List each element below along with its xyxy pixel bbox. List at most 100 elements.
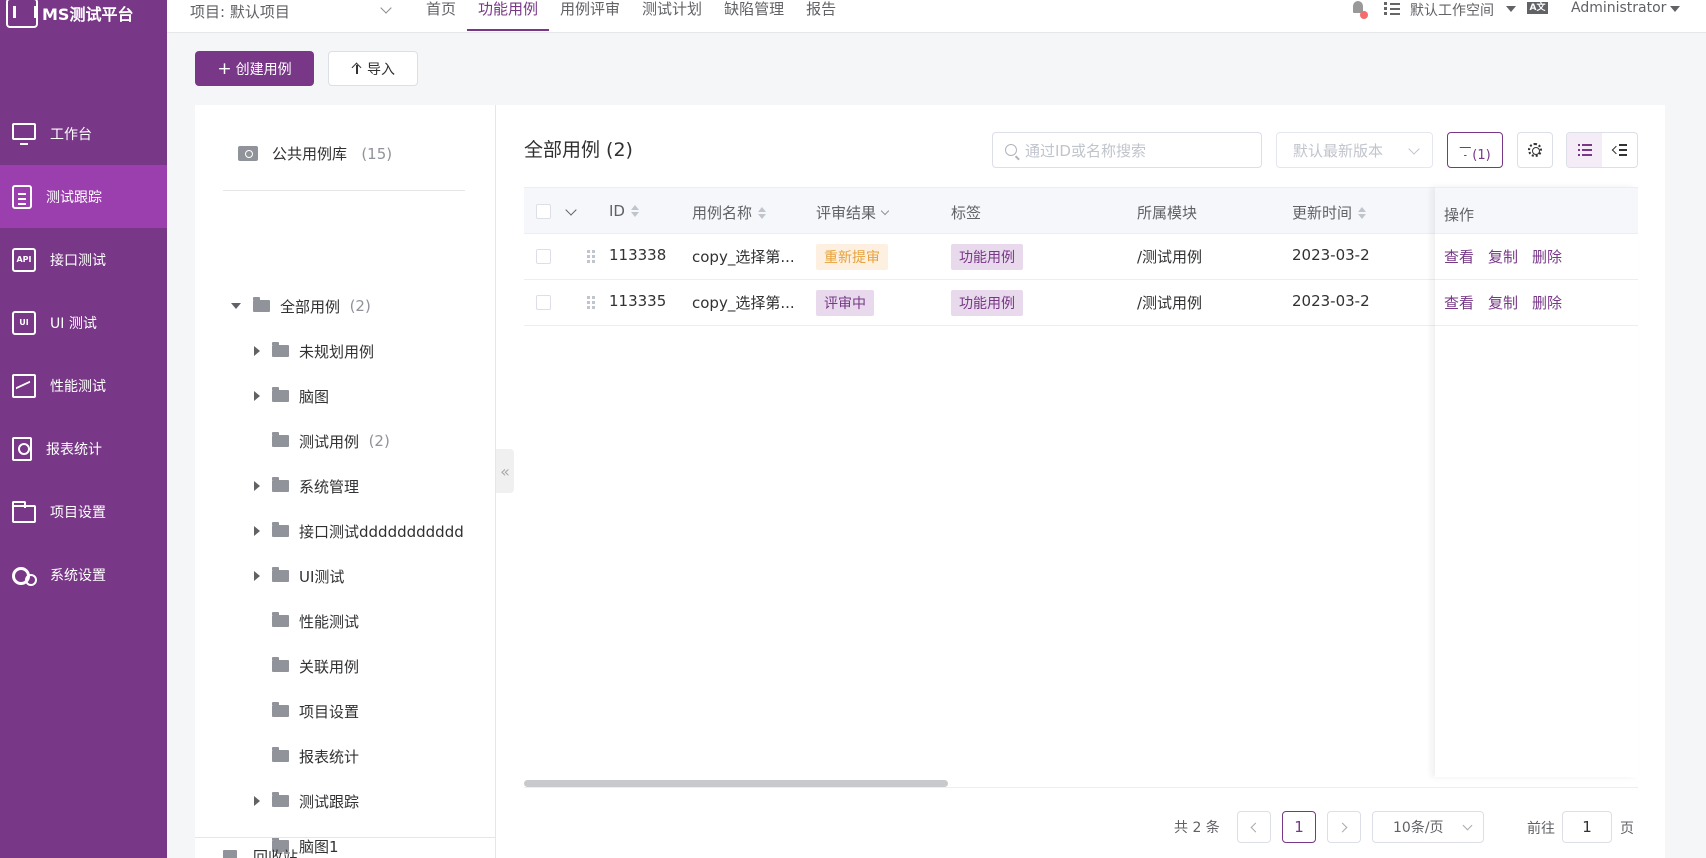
ms-logo-icon	[6, 0, 38, 28]
tree-view-button[interactable]	[1602, 133, 1637, 167]
page-suffix-label: 页	[1620, 821, 1634, 837]
caret-right-icon[interactable]	[254, 346, 260, 356]
column-header-review[interactable]: 评审结果	[816, 202, 890, 223]
filter-button[interactable]: (1)	[1447, 132, 1503, 168]
import-label: 导入	[367, 61, 395, 78]
monitor-icon	[12, 123, 36, 145]
sidebar-item-system-settings[interactable]: 系统设置	[0, 543, 167, 606]
sidebar-item-workbench[interactable]: 工作台	[0, 102, 167, 165]
caret-down-icon[interactable]	[231, 303, 241, 309]
row-checkbox[interactable]	[536, 295, 551, 310]
project-select[interactable]: 项目: 默认项目	[190, 0, 392, 22]
caret-down-icon[interactable]	[1670, 6, 1680, 12]
tree-node[interactable]: 项目设置	[254, 699, 359, 723]
view-link[interactable]: 查看	[1444, 292, 1474, 325]
tree-node[interactable]: 未规划用例	[254, 339, 374, 363]
tree-node[interactable]: 脑图	[254, 384, 329, 408]
sort-icon[interactable]	[631, 205, 639, 217]
row-checkbox[interactable]	[536, 249, 551, 264]
app-logo[interactable]: MS测试平台	[6, 0, 133, 30]
sidebar-item-api-test[interactable]: API 接口测试	[0, 228, 167, 291]
tree-node[interactable]: 测试用例 (2)	[254, 429, 390, 453]
filter-dropdown-icon[interactable]	[880, 206, 890, 215]
chevron-down-icon	[380, 2, 392, 14]
tree-node-label: 性能测试	[299, 612, 360, 631]
pagination-total: 共 2 条	[1174, 820, 1220, 836]
notification-bell-icon[interactable]	[1350, 0, 1368, 19]
caret-right-icon[interactable]	[254, 526, 260, 536]
select-all-checkbox[interactable]	[536, 204, 551, 219]
tree-node[interactable]: 关联用例	[254, 654, 359, 678]
sort-icon[interactable]	[1358, 207, 1366, 219]
folder-icon	[272, 477, 289, 492]
sidebar-item-performance[interactable]: 性能测试	[0, 354, 167, 417]
goto-page-input[interactable]	[1562, 811, 1612, 843]
sidebar-item-test-track[interactable]: 测试跟踪	[0, 165, 167, 228]
column-header-id[interactable]: ID	[609, 202, 639, 220]
tree-node[interactable]: 接口测试ddddddddddd	[254, 519, 480, 543]
caret-right-icon[interactable]	[254, 571, 260, 581]
public-library-count: (15)	[361, 145, 393, 163]
tree-node-count: (2)	[349, 297, 371, 315]
caret-right-icon[interactable]	[254, 796, 260, 806]
tree-node[interactable]: 测试跟踪	[254, 789, 359, 813]
tab-reports[interactable]: 报告	[795, 0, 847, 31]
page-number-button[interactable]: 1	[1282, 811, 1316, 843]
tab-test-plan[interactable]: 测试计划	[631, 0, 713, 31]
sort-icon[interactable]	[758, 207, 766, 219]
tree-node-root[interactable]: 全部用例 (2)	[231, 294, 371, 318]
sidebar-item-project-settings[interactable]: 项目设置	[0, 480, 167, 543]
tree-node[interactable]: UI测试	[254, 564, 344, 588]
ui-icon: UI	[12, 310, 36, 335]
list-view-button[interactable]	[1567, 133, 1602, 167]
sidebar-item-report[interactable]: 报表统计	[0, 417, 167, 480]
create-case-button[interactable]: + 创建用例	[195, 51, 314, 86]
tree-node[interactable]: 系统管理	[254, 474, 359, 498]
next-page-button[interactable]	[1327, 811, 1361, 843]
version-select[interactable]: 默认最新版本	[1276, 132, 1433, 168]
tab-functional-cases[interactable]: 功能用例	[467, 0, 550, 31]
table-settings-button[interactable]	[1517, 132, 1553, 168]
case-name[interactable]: copy_选择第...	[692, 292, 795, 313]
trash-bin[interactable]: 回收站	[195, 837, 495, 858]
public-library-label: 公共用例库	[272, 145, 348, 163]
sidebar-item-label: 系统设置	[50, 567, 106, 584]
column-header-operations: 操作	[1435, 187, 1638, 234]
caret-right-icon[interactable]	[254, 391, 260, 401]
tab-case-review[interactable]: 用例评审	[549, 0, 631, 31]
tab-home[interactable]: 首页	[415, 0, 467, 31]
main-panel: 公共用例库 (15) 全部用例 (2) 未规划用例 脑图 测试用例 (2) 系统…	[195, 105, 1665, 858]
sidebar-item-ui-test[interactable]: UI UI 测试	[0, 291, 167, 354]
tag-badge: 功能用例	[951, 244, 1023, 270]
prev-page-button[interactable]	[1237, 811, 1271, 843]
copy-link[interactable]: 复制	[1488, 246, 1518, 279]
tab-defects[interactable]: 缺陷管理	[713, 0, 795, 31]
caret-right-icon[interactable]	[254, 481, 260, 491]
column-header-module: 所属模块	[1137, 202, 1197, 223]
language-switch-icon[interactable]: A文	[1527, 2, 1548, 14]
collapse-tree-button[interactable]: «	[496, 449, 514, 493]
tree-node[interactable]: 报表统计	[254, 744, 359, 768]
search-input[interactable]: 通过ID或名称搜索	[992, 132, 1262, 168]
copy-link[interactable]: 复制	[1488, 292, 1518, 325]
import-button[interactable]: 导入	[328, 51, 418, 86]
user-menu[interactable]: Administrator	[1571, 0, 1666, 16]
case-name[interactable]: copy_选择第...	[692, 246, 795, 267]
public-case-library[interactable]: 公共用例库 (15)	[238, 143, 392, 164]
delete-link[interactable]: 删除	[1532, 292, 1562, 325]
chevron-down-icon[interactable]	[565, 203, 577, 216]
view-link[interactable]: 查看	[1444, 246, 1474, 279]
report-icon	[12, 436, 32, 461]
workspace-select[interactable]: 默认工作空间	[1410, 0, 1494, 20]
horizontal-scrollbar[interactable]	[524, 778, 1638, 788]
delete-link[interactable]: 删除	[1532, 246, 1562, 279]
column-header-updated[interactable]: 更新时间	[1292, 202, 1366, 223]
column-header-name[interactable]: 用例名称	[692, 202, 766, 223]
tree-node-label: 项目设置	[299, 702, 360, 721]
review-status-badge: 重新提审	[816, 244, 888, 270]
page-size-select[interactable]: 10条/页	[1372, 811, 1484, 843]
tree-node[interactable]: 性能测试	[254, 609, 359, 633]
caret-down-icon[interactable]	[1506, 6, 1516, 12]
folder-icon	[272, 657, 289, 672]
scrollbar-thumb[interactable]	[524, 780, 948, 787]
